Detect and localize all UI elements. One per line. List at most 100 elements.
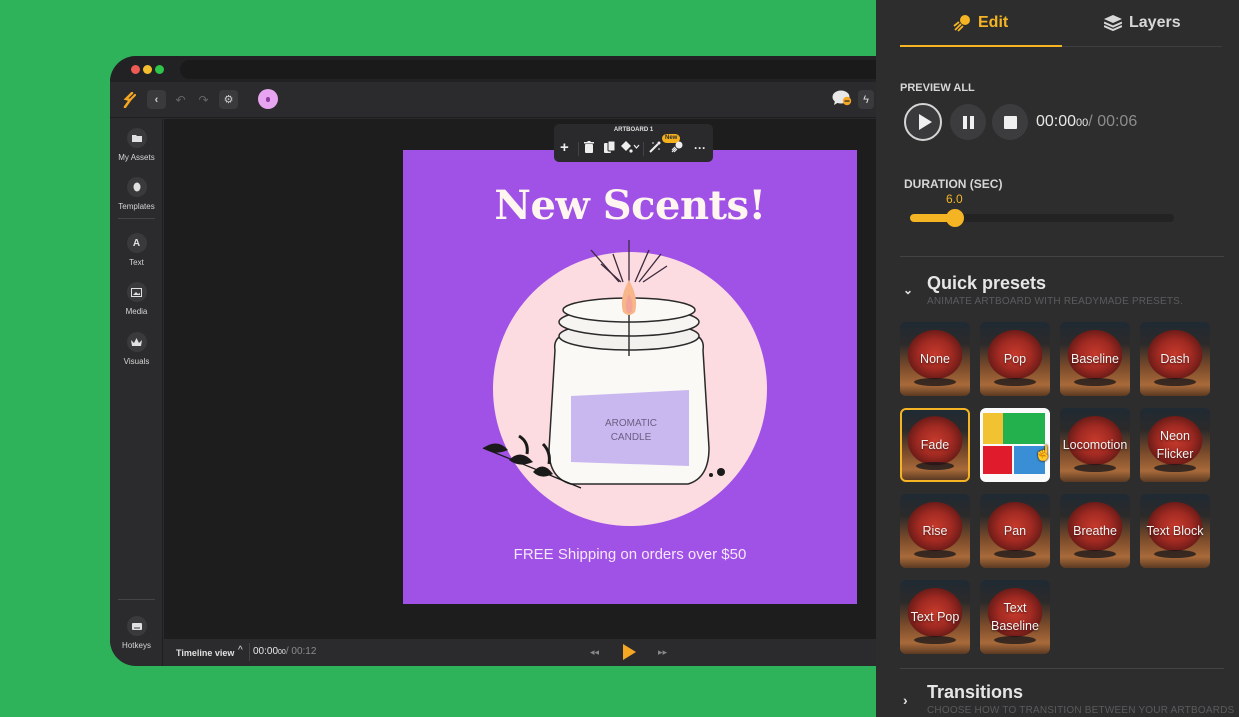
rewind-icon: ◂◂ [590, 647, 600, 657]
preset-label: Text Baseline [991, 601, 1039, 633]
gear-icon: ⚙ [223, 94, 234, 106]
avatar[interactable] [258, 89, 278, 109]
preset-thumb-quadrant [1003, 413, 1045, 444]
candle-illustration[interactable]: AROMATIC CANDLE [473, 238, 783, 498]
chevron-right-icon[interactable]: › [903, 692, 908, 708]
timeline-bar: Timeline view ^ 00:0000/ 00:12 ◂◂ ▸▸ [164, 638, 910, 666]
sidebar-item-templates[interactable]: Templates [110, 177, 163, 211]
quick-presets-description: ANIMATE ARTBOARD WITH READYMADE PRESETS. [927, 296, 1183, 307]
preset-item-text-pop[interactable]: Text Pop [900, 580, 970, 654]
section-divider [900, 668, 1224, 669]
redo-button[interactable]: ↷ [194, 90, 213, 109]
left-sidebar: My Assets Templates A Text Media Visuals [110, 119, 163, 666]
preset-label: Pan [1003, 524, 1027, 538]
tab-divider [1062, 46, 1222, 47]
toolbar-separator [643, 142, 644, 156]
timeline-separator [249, 643, 250, 661]
svg-text:AROMATIC: AROMATIC [605, 418, 657, 429]
text-icon: A [126, 233, 147, 253]
image-icon [126, 282, 147, 302]
rewind-button[interactable]: ◂◂ [590, 647, 599, 658]
maximize-window-button[interactable] [155, 65, 164, 74]
animate-icon[interactable] [671, 141, 683, 156]
duration-slider[interactable] [910, 209, 1174, 227]
duration-slider-thumb[interactable] [945, 209, 964, 227]
preset-item-pan[interactable]: Pan [980, 494, 1050, 568]
preset-item-text-baseline[interactable]: Text Baseline [980, 580, 1050, 654]
minimize-window-button[interactable] [143, 65, 152, 74]
preview-play-button[interactable] [904, 103, 942, 141]
play-button[interactable] [623, 644, 636, 660]
redo-icon: ↷ [198, 92, 209, 107]
preview-stop-button[interactable] [992, 104, 1028, 140]
artboard-toolbar: ARTBOARD 1 + New ··· [554, 124, 713, 162]
duration-label: DURATION (SEC) [904, 177, 1003, 191]
sidebar-divider [118, 599, 155, 600]
preview-time: 00:0000/ 00:06 [1036, 113, 1138, 130]
preset-item-rise[interactable]: Rise [900, 494, 970, 568]
artboard-subtitle[interactable]: FREE Shipping on orders over $50 [403, 546, 857, 563]
preview-all-label: PREVIEW ALL [900, 82, 975, 94]
preset-thumb-quadrant [983, 413, 1003, 444]
duplicate-icon[interactable] [604, 140, 616, 156]
svg-text:CANDLE: CANDLE [611, 432, 652, 443]
sidebar-item-text[interactable]: A Text [110, 233, 163, 267]
tab-layers[interactable]: Layers [1104, 14, 1181, 32]
animation-icon [953, 15, 970, 32]
sidebar-item-hotkeys[interactable]: Hotkeys [110, 616, 163, 650]
fast-forward-button[interactable]: ▸▸ [658, 647, 667, 658]
preset-label: Baseline [1071, 352, 1119, 366]
preset-label: Neon Flicker [1156, 429, 1194, 461]
back-button[interactable]: ‹ [147, 90, 166, 109]
preset-item-breathe[interactable]: Breathe [1060, 494, 1130, 568]
preset-item-locomotion[interactable]: Locomotion [1060, 408, 1130, 482]
quick-presets-title[interactable]: Quick presets [927, 273, 1046, 294]
preset-item-neon-flicker[interactable]: Neon Flicker [1140, 408, 1210, 482]
brand-bolt-icon[interactable] [120, 90, 139, 109]
preset-item-none[interactable]: None [900, 322, 970, 396]
fill-color-icon[interactable] [620, 141, 640, 158]
power-mode-button[interactable]: ϟ [858, 90, 874, 109]
preset-label: Locomotion [1062, 438, 1128, 452]
preview-pause-button[interactable] [950, 104, 986, 140]
preset-item-baseline[interactable]: Baseline [1060, 322, 1130, 396]
artboard-title[interactable]: New Scents! [403, 182, 857, 229]
sidebar-item-my-assets[interactable]: My Assets [110, 128, 163, 162]
chevron-down-icon[interactable]: ⌄ [903, 283, 913, 297]
right-panel: Edit Layers PREVIEW ALL 00:0000/ 00:06 D… [876, 0, 1239, 717]
trash-icon[interactable] [584, 141, 594, 156]
preset-item-text-block[interactable]: Text Block [1140, 494, 1210, 568]
more-options-icon[interactable]: ··· [694, 141, 706, 155]
sidebar-item-visuals[interactable]: Visuals [110, 332, 163, 366]
sidebar-item-media[interactable]: Media [110, 282, 163, 316]
add-icon[interactable]: + [560, 140, 569, 155]
fast-forward-icon: ▸▸ [658, 647, 668, 657]
magic-wand-icon[interactable] [649, 141, 661, 156]
artboard[interactable]: New Scents! AROMATIC CANDLE FREE Shippin… [403, 150, 857, 604]
settings-button[interactable]: ⚙ [219, 90, 238, 109]
preset-label: Text Block [1146, 524, 1204, 538]
timeline-view-toggle[interactable]: Timeline view [176, 648, 234, 658]
section-divider [900, 256, 1224, 257]
chevron-up-icon[interactable]: ^ [238, 645, 243, 656]
preset-item-custom[interactable]: ☝ [980, 408, 1050, 482]
preset-item-fade[interactable]: Fade [900, 408, 970, 482]
undo-button[interactable]: ↶ [171, 90, 190, 109]
preset-label: Dash [1160, 352, 1190, 366]
app-toolbar: ‹ ↶ ↷ ⚙ ϟ [110, 82, 910, 118]
undo-icon: ↶ [175, 92, 186, 107]
transitions-title[interactable]: Transitions [927, 682, 1023, 703]
close-window-button[interactable] [131, 65, 140, 74]
stop-icon [1003, 115, 1017, 129]
tab-edit[interactable]: Edit [953, 14, 1008, 32]
chevron-left-icon: ‹ [154, 93, 159, 106]
preset-label: Fade [920, 438, 950, 452]
preset-label: Breathe [1073, 524, 1117, 538]
tab-edit-label: Edit [978, 14, 1009, 31]
address-bar[interactable] [180, 60, 910, 79]
timeline-time: 00:0000/ 00:12 [253, 646, 317, 657]
chat-icon[interactable] [832, 90, 852, 106]
preset-item-pop[interactable]: Pop [980, 322, 1050, 396]
title-bar [110, 56, 910, 82]
preset-item-dash[interactable]: Dash [1140, 322, 1210, 396]
